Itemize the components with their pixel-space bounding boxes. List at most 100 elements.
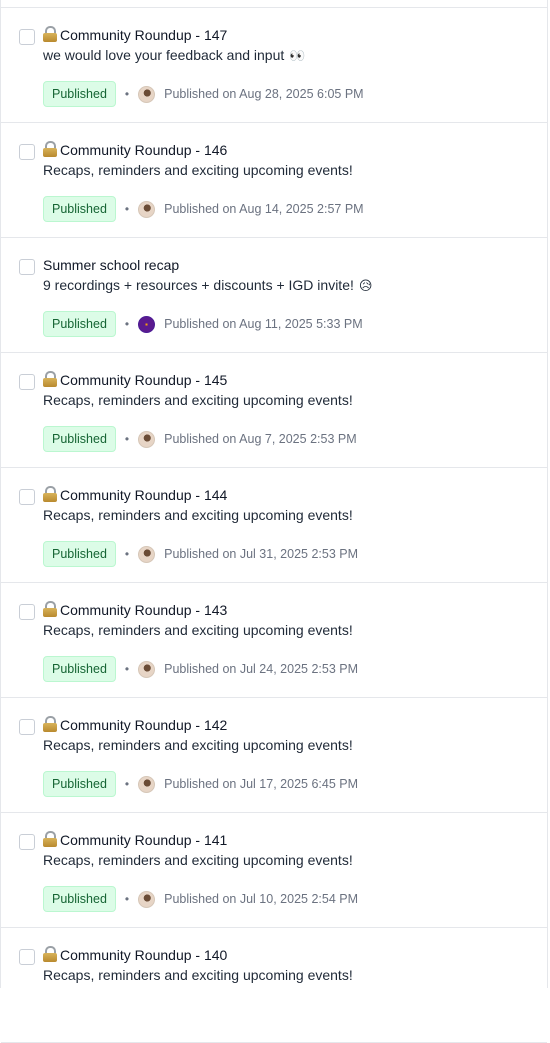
post-row[interactable]: Community Roundup - 147 we would love you… [1,8,547,123]
status-badge: Published [43,196,116,222]
separator-dot: • [124,432,130,446]
post-title-text: Community Roundup - 144 [60,487,228,503]
author-avatar [138,775,156,793]
select-checkbox[interactable] [19,719,35,735]
lock-icon [43,716,57,732]
list-top-divider [1,0,547,8]
post-title-text: Community Roundup - 145 [60,372,228,388]
lock-icon [43,946,57,962]
status-badge: Published [43,656,116,682]
status-badge: Published [43,771,116,797]
post-subtitle: we would love your feedback and input 👀 [43,46,305,66]
post-subtitle-text: Recaps, reminders and exciting upcoming … [43,162,353,178]
select-checkbox[interactable] [19,374,35,390]
post-title-text: Community Roundup - 142 [60,717,228,733]
post-subtitle: Recaps, reminders and exciting upcoming … [43,621,353,639]
post-title-text: Community Roundup - 141 [60,832,228,848]
separator-dot: • [124,547,130,561]
post-meta: Published • Published on Jul 31, 2025 2:53… [43,541,358,567]
post-list: Community Roundup - 147 we would love you… [0,0,548,1043]
published-date: Published on Jul 31, 2025 2:53 PM [164,547,358,561]
post-subtitle: Recaps, reminders and exciting upcoming … [43,736,353,754]
select-checkbox[interactable] [19,604,35,620]
lock-icon [43,371,57,387]
separator-dot: • [124,777,130,791]
post-meta: Published • Published on Jul 10, 2025 2:54… [43,886,358,912]
select-checkbox[interactable] [19,144,35,160]
published-date: Published on Aug 28, 2025 6:05 PM [164,87,364,101]
post-meta: Published • Published on Aug 11, 2025 5:33… [43,311,363,337]
status-badge: Published [43,311,116,337]
select-checkbox[interactable] [19,259,35,275]
post-title[interactable]: Community Roundup - 142 [43,716,227,734]
lock-icon [43,141,57,157]
post-subtitle: Recaps, reminders and exciting upcoming … [43,506,353,524]
post-title[interactable]: Community Roundup - 145 [43,371,227,389]
post-meta: Published • Published on Aug 7, 2025 2:53 … [43,426,357,452]
post-subtitle: Recaps, reminders and exciting upcoming … [43,391,353,409]
post-row[interactable]: Summer school recap 9 recordings + resour… [1,238,547,353]
post-row[interactable]: Community Roundup - 146 Recaps, reminders… [1,123,547,238]
separator-dot: • [124,892,130,906]
post-row[interactable]: Community Roundup - 141 Recaps, reminders… [1,813,547,928]
post-row[interactable]: Community Roundup - 140 Recaps, reminders… [1,928,547,1043]
author-avatar [138,545,156,563]
post-title-text: Community Roundup - 146 [60,142,228,158]
emoji-icon: 😥 [358,279,373,294]
select-checkbox[interactable] [19,834,35,850]
status-badge: Published [43,81,116,107]
select-checkbox[interactable] [19,489,35,505]
author-avatar [138,85,156,103]
post-row[interactable]: Community Roundup - 145 Recaps, reminders… [1,353,547,468]
post-title-text: Community Roundup - 143 [60,602,228,618]
post-title[interactable]: Community Roundup - 143 [43,601,227,619]
post-meta: Published • Published on Aug 28, 2025 6:05… [43,81,364,107]
post-meta: Published • Published on Aug 14, 2025 2:57… [43,196,364,222]
lock-icon [43,831,57,847]
lock-icon [43,486,57,502]
post-row[interactable]: Community Roundup - 143 Recaps, reminders… [1,583,547,698]
author-avatar [138,315,156,333]
published-date: Published on Aug 11, 2025 5:33 PM [164,317,363,331]
select-checkbox[interactable] [19,29,35,45]
post-title-text: Community Roundup - 147 [60,27,228,43]
author-avatar [138,200,156,218]
status-badge: Published [43,541,116,567]
separator-dot: • [124,87,130,101]
post-title[interactable]: Community Roundup - 146 [43,141,227,159]
post-title-text: Community Roundup - 140 [60,947,228,963]
published-date: Published on Jul 17, 2025 6:45 PM [164,777,358,791]
separator-dot: • [124,662,130,676]
published-date: Published on Jul 10, 2025 2:54 PM [164,892,358,906]
post-subtitle-text: we would love your feedback and input [43,47,285,63]
post-subtitle: Recaps, reminders and exciting upcoming … [43,966,353,984]
lock-icon [43,26,57,42]
status-badge: Published [43,426,116,452]
author-avatar [138,430,156,448]
post-meta: Published • Published on Jul 17, 2025 6:45… [43,771,358,797]
post-subtitle: Recaps, reminders and exciting upcoming … [43,161,353,179]
post-subtitle-text: Recaps, reminders and exciting upcoming … [43,737,353,753]
emoji-icon: 👀 [289,49,306,64]
post-title-text: Summer school recap [43,257,180,273]
post-subtitle-text: Recaps, reminders and exciting upcoming … [43,507,353,523]
post-title[interactable]: Summer school recap [43,256,179,274]
status-badge: Published [43,886,116,912]
post-subtitle: Recaps, reminders and exciting upcoming … [43,851,353,869]
published-date: Published on Aug 14, 2025 2:57 PM [164,202,364,216]
post-row[interactable]: Community Roundup - 144 Recaps, reminders… [1,468,547,583]
post-title[interactable]: Community Roundup - 144 [43,486,227,504]
select-checkbox[interactable] [19,949,35,965]
post-subtitle: 9 recordings + resources + discounts + I… [43,276,372,296]
separator-dot: • [124,202,130,216]
post-subtitle-text: Recaps, reminders and exciting upcoming … [43,967,353,983]
post-subtitle-text: Recaps, reminders and exciting upcoming … [43,392,353,408]
author-avatar [138,660,156,678]
post-title[interactable]: Community Roundup - 147 [43,26,227,44]
separator-dot: • [124,317,130,331]
published-date: Published on Jul 24, 2025 2:53 PM [164,662,358,676]
post-row[interactable]: Community Roundup - 142 Recaps, reminders… [1,698,547,813]
post-title[interactable]: Community Roundup - 141 [43,831,227,849]
author-avatar [138,890,156,908]
post-title[interactable]: Community Roundup - 140 [43,946,227,964]
